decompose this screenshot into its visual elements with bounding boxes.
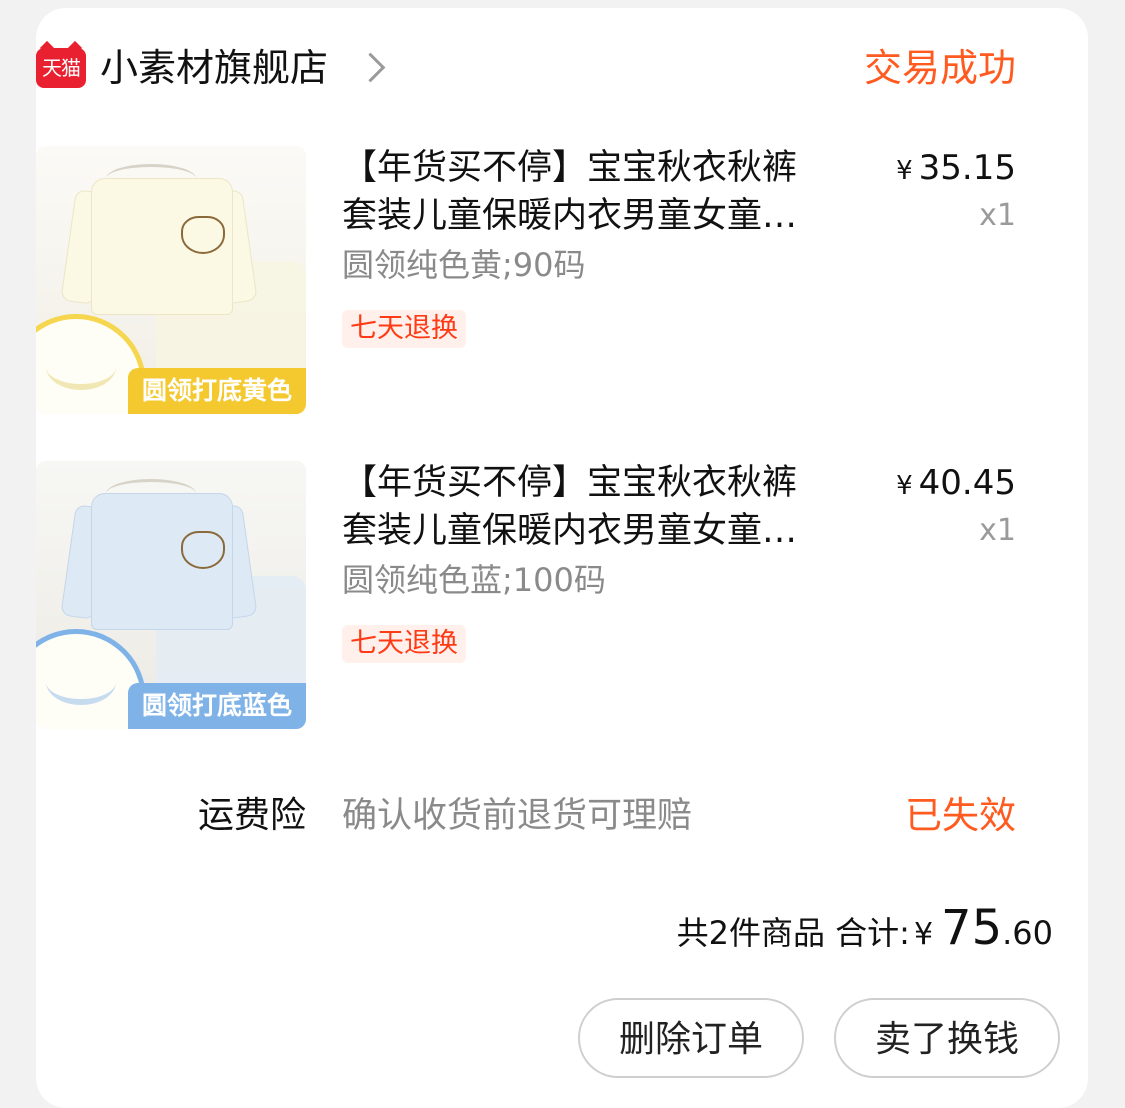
total-label: 合计: [835, 914, 910, 952]
image-banner: 圆领打底黄色 [128, 368, 306, 414]
shop-name[interactable]: 小素材旗舰店 [100, 42, 328, 94]
order-status: 交易成功 [863, 46, 1016, 90]
item-quantity: x1 [979, 198, 1016, 233]
currency-symbol: ¥ [913, 917, 934, 952]
shop-header[interactable]: 天猫 小素材旗舰店 交易成功 [36, 40, 1016, 96]
item-quantity: x1 [979, 513, 1016, 548]
total-integer: 75 [941, 900, 1003, 956]
item-title[interactable]: 【年货买不停】宝宝秋衣秋裤套装儿童保暖内衣男童女童… [342, 459, 828, 555]
insurance-label: 运费险 [197, 795, 306, 836]
sell-item-button[interactable]: 卖了换钱 [834, 998, 1060, 1078]
item-price: ¥35.15 [896, 148, 1016, 188]
return-policy-tag: 七天退换 [342, 625, 466, 663]
order-item[interactable]: 圆领打底蓝色 【年货买不停】宝宝秋衣秋裤套装儿童保暖内衣男童女童… 圆领纯色蓝;… [36, 461, 1016, 733]
item-price: ¥40.45 [896, 463, 1016, 503]
product-image[interactable]: 圆领打底蓝色 [36, 461, 306, 729]
tmall-logo-icon: 天猫 [36, 48, 86, 88]
product-image[interactable]: 圆领打底黄色 [36, 146, 306, 414]
item-title[interactable]: 【年货买不停】宝宝秋衣秋裤套装儿童保暖内衣男童女童… [342, 144, 828, 240]
image-banner: 圆领打底蓝色 [128, 683, 306, 729]
chevron-right-icon[interactable] [355, 52, 386, 83]
item-count: 共2件商品 [676, 914, 825, 952]
delete-order-button[interactable]: 删除订单 [578, 998, 804, 1078]
insurance-status: 已失效 [905, 794, 1016, 837]
total-decimal: .60 [1002, 914, 1053, 952]
order-total: 共2件商品 合计: ¥75.60 [677, 898, 1053, 965]
return-policy-tag: 七天退换 [342, 310, 466, 348]
insurance-description: 确认收货前退货可理赔 [342, 796, 693, 836]
order-item[interactable]: 圆领打底黄色 【年货买不停】宝宝秋衣秋裤套装儿童保暖内衣男童女童… 圆领纯色黄;… [36, 146, 1016, 418]
item-sku: 圆领纯色蓝;100码 [342, 561, 606, 599]
shipping-insurance-row: 运费险 确认收货前退货可理赔 已失效 [36, 790, 1016, 842]
item-sku: 圆领纯色黄;90码 [342, 246, 586, 284]
